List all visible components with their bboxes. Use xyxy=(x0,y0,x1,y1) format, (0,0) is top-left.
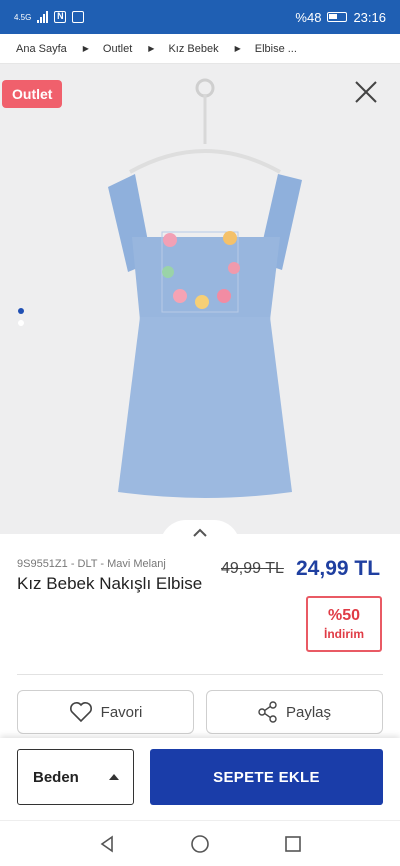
breadcrumb-home[interactable]: Ana Sayfa xyxy=(16,43,67,55)
size-select-label: Beden xyxy=(33,768,79,786)
share-button[interactable]: Paylaş xyxy=(206,690,383,734)
status-left: 4.5G N xyxy=(14,11,85,23)
system-nav-bar xyxy=(0,820,400,866)
chevron-up-icon xyxy=(193,528,207,537)
bottom-bar: Beden SEPETE EKLE xyxy=(0,738,400,820)
home-circle-icon xyxy=(191,834,209,853)
product-image-gallery[interactable]: Outlet xyxy=(0,64,400,534)
favorite-label: Favori xyxy=(100,703,143,721)
slide-dot-active[interactable] xyxy=(18,308,24,314)
battery-icon xyxy=(327,12,348,22)
breadcrumb: Ana Sayfa ▶ Outlet ▶ Kız Bebek ▶ Elbise … xyxy=(0,34,400,64)
status-bar: 4.5G N %48 23:16 xyxy=(0,0,400,34)
recents-nav-button[interactable] xyxy=(278,829,308,859)
size-select[interactable]: Beden xyxy=(17,749,134,805)
chevron-right-icon: ▶ xyxy=(148,44,155,53)
back-triangle-icon xyxy=(100,834,113,853)
clock: 23:16 xyxy=(353,9,386,25)
signal-icon xyxy=(37,11,49,23)
vibrate-icon xyxy=(72,11,85,23)
product-image xyxy=(108,78,302,498)
product-title: Kız Bebek Nakışlı Elbise xyxy=(17,574,203,593)
slide-indicators xyxy=(18,308,24,326)
close-icon[interactable] xyxy=(352,78,380,106)
discount-label: İndirim xyxy=(323,627,364,641)
breadcrumb-outlet[interactable]: Outlet xyxy=(103,43,132,55)
network-type: 4.5G xyxy=(14,12,32,22)
chevron-right-icon: ▶ xyxy=(82,44,89,53)
back-nav-button[interactable] xyxy=(92,829,122,859)
divider xyxy=(17,674,383,675)
discount-percent: %50 xyxy=(327,607,361,624)
product-sku: 9S9551Z1 - DLT - Mavi Melanj xyxy=(17,558,166,570)
chevron-right-icon: ▶ xyxy=(234,44,241,53)
battery-percent: %48 xyxy=(295,9,322,25)
home-nav-button[interactable] xyxy=(185,829,215,859)
share-icon xyxy=(258,701,277,723)
heart-icon xyxy=(69,702,92,723)
old-price: 49,99 TL xyxy=(221,560,284,577)
discount-badge: %50 İndirim xyxy=(306,596,382,652)
share-label: Paylaş xyxy=(285,703,332,721)
outlet-badge: Outlet xyxy=(2,80,63,108)
breadcrumb-girl-baby[interactable]: Kız Bebek xyxy=(168,43,218,55)
caret-up-icon xyxy=(109,774,119,780)
nfc-icon: N xyxy=(54,11,67,23)
recents-square-icon xyxy=(285,835,302,852)
add-to-cart-button[interactable]: SEPETE EKLE xyxy=(150,749,383,805)
breadcrumb-dress[interactable]: Elbise ... xyxy=(255,43,297,55)
slide-dot[interactable] xyxy=(18,320,24,326)
favorite-button[interactable]: Favori xyxy=(17,690,194,734)
status-right: %48 23:16 xyxy=(295,10,386,25)
collapse-toggle[interactable] xyxy=(160,520,240,546)
new-price: 24,99 TL xyxy=(296,557,381,580)
